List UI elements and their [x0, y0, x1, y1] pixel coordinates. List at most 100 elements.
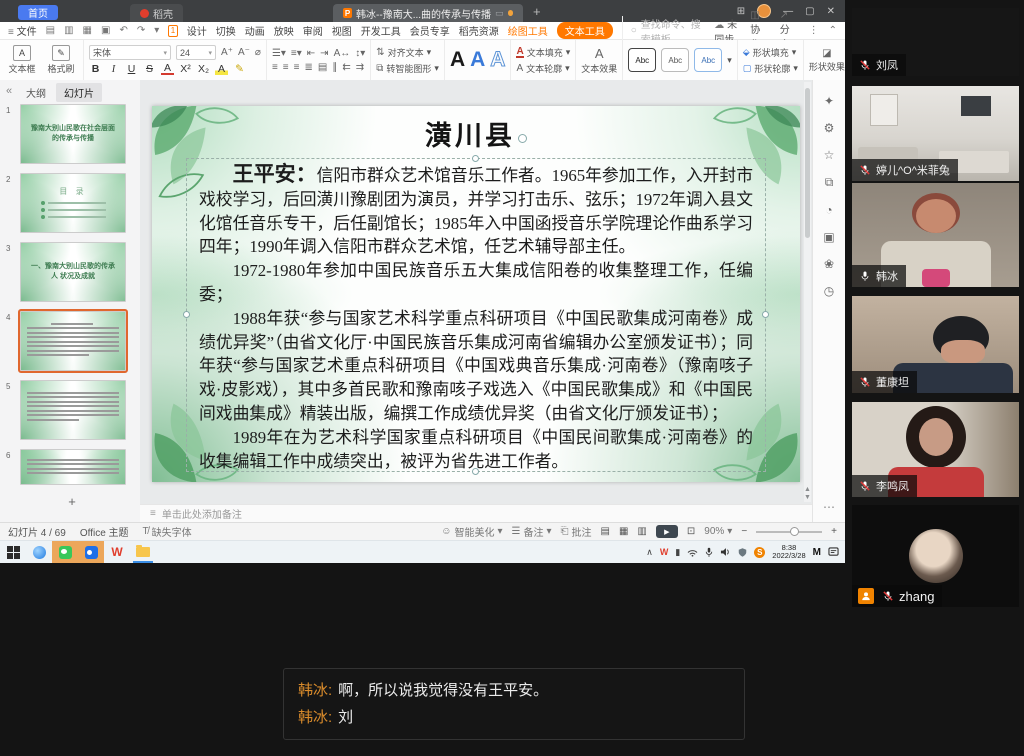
indent-left-icon[interactable]: ⇇ [342, 62, 350, 73]
settings-panel-icon[interactable]: ⚙ [824, 121, 835, 135]
preview-icon[interactable]: ▣ [101, 25, 110, 36]
menu-text-tools[interactable]: 文本工具 [557, 22, 613, 39]
participant-tile-limingfeng[interactable]: 李鸣凤 [852, 402, 1019, 497]
fit-slide-icon[interactable]: ⊡ [687, 526, 695, 537]
slide-textbox-selection[interactable]: 王平安：信阳市群众艺术馆音乐工作者。1965年参加工作，入开封市戏校学习，后回潢… [186, 158, 766, 472]
zoom-slider-knob[interactable] [790, 527, 799, 536]
highlight-button[interactable]: A [215, 63, 228, 75]
shape-effects-button[interactable]: ◪形状效果 [809, 48, 845, 73]
columns-icon[interactable]: ∥ [332, 62, 337, 73]
selection-handle[interactable] [518, 134, 527, 143]
subscript-button[interactable]: X₂ [197, 63, 210, 75]
redo-icon[interactable]: ↷ [137, 25, 145, 36]
participant-tile-liufeng[interactable]: 刘凤 [852, 8, 1019, 76]
format-painter-button[interactable]: ✎格式刷 [44, 45, 78, 75]
text-style-preset-1[interactable]: Abc [628, 48, 656, 72]
tab-document[interactable]: P韩冰--豫南大...曲的传承与传播▭ [333, 4, 523, 22]
bullet-list-icon[interactable]: ☰▾ [272, 48, 286, 59]
menu-slideshow[interactable]: 放映 [274, 23, 294, 38]
start-button[interactable] [0, 541, 26, 563]
slide-thumbnail-6[interactable]: 6 [20, 449, 124, 485]
participant-tile-tinger[interactable]: 婷儿^O^米菲兔 [852, 86, 1019, 181]
file-menu[interactable]: ≡ 文件 [8, 23, 37, 38]
taskbar-clock[interactable]: 8:382022/3/28 [772, 544, 805, 560]
taskbar-browser[interactable] [26, 541, 52, 563]
missing-font-warning[interactable]: T̸缺失字体 [143, 524, 192, 539]
tray-mic-icon[interactable] [705, 547, 713, 558]
menu-view[interactable]: 视图 [332, 23, 352, 38]
decrease-indent-icon[interactable]: ⇤ [307, 48, 315, 59]
char-spacing-icon[interactable]: A↔ [334, 48, 351, 59]
prev-next-slide-buttons[interactable]: ▲▼ [803, 486, 812, 502]
tray-security-shield-icon[interactable] [738, 547, 747, 558]
notification-center-icon[interactable] [828, 547, 839, 557]
participant-tile-hanbing-speaking[interactable]: 韩冰 [852, 183, 1019, 287]
slide-thumbnail-5[interactable]: 5 [20, 380, 124, 440]
align-right-icon[interactable]: ≡ [294, 62, 300, 73]
material-flower-icon[interactable]: ❀ [824, 257, 834, 271]
zoom-out-button[interactable]: − [741, 526, 747, 537]
menu-draw-tools[interactable]: 绘图工具 [508, 23, 548, 38]
taskbar-file-explorer-active[interactable] [130, 541, 156, 563]
new-tab-button[interactable]: + [533, 4, 541, 19]
tray-360-icon[interactable]: S [754, 547, 765, 558]
zoom-in-button[interactable]: + [831, 526, 837, 537]
share-panel-icon[interactable]: ✦ [824, 94, 834, 108]
text-style-preset-3[interactable]: Abc [694, 48, 722, 72]
slide-thumbnail-4-selected[interactable]: 4 [20, 311, 124, 371]
more-menu-icon[interactable]: ⋮ [809, 25, 819, 36]
add-slide-button[interactable]: + [20, 494, 124, 509]
numbered-list-icon[interactable]: ≡▾ [291, 48, 302, 59]
collapse-ribbon-icon[interactable]: ⌃ [829, 25, 837, 36]
slide-thumbnail-2[interactable]: 2 目 录 [20, 173, 124, 233]
style-gallery-more-icon[interactable]: ▾ [727, 55, 732, 66]
wordart-style-1[interactable]: A [450, 49, 465, 71]
wordart-style-3[interactable]: A [490, 49, 505, 71]
comments-button[interactable]: ⎗批注 [561, 524, 592, 539]
shape-fill-button[interactable]: ⬙形状填充▾ [743, 46, 798, 59]
participant-tile-dongkangtan[interactable]: 董康坦 [852, 296, 1019, 393]
slide-thumbnail-3[interactable]: 3 一、豫南大别山民歌的传承人 状况及成就 [20, 242, 124, 302]
save-icon[interactable]: ▤ [46, 25, 55, 36]
menu-design[interactable]: 设计 [187, 23, 207, 38]
align-left-icon[interactable]: ≡ [272, 62, 278, 73]
export-icon[interactable]: ▥ [64, 25, 73, 36]
font-name-select[interactable]: 宋体▾ [89, 45, 171, 60]
tab-docer[interactable]: 稻壳 [130, 4, 183, 22]
strikethrough-button[interactable]: S [143, 63, 156, 75]
participant-tile-zhang[interactable]: zhang [852, 505, 1019, 607]
theme-name[interactable]: Office 主题 [80, 524, 129, 539]
menu-animations[interactable]: 动画 [245, 23, 265, 38]
print-icon[interactable]: ▦ [83, 25, 92, 36]
selection-handle[interactable] [762, 311, 769, 318]
slide-canvas[interactable]: 潢川县 王平安：信阳市群众艺术馆音乐工作者。1965年参加工作，入开封市戏校学习… [152, 106, 800, 482]
textbox-button[interactable]: A文本框 [5, 45, 39, 75]
tray-volume-icon[interactable] [720, 547, 731, 557]
increase-indent-icon[interactable]: ⇥ [320, 48, 328, 59]
text-fill-button[interactable]: A文本填充▾ [516, 46, 570, 59]
align-text-button[interactable]: ⇅对齐文本▾ [376, 46, 439, 59]
slideshow-play-button[interactable]: ▶ [656, 525, 678, 538]
menu-docer-resources[interactable]: 稻壳资源 [459, 23, 499, 38]
taskbar-meeting[interactable] [78, 541, 104, 563]
smart-beautify-button[interactable]: ☺智能美化 ▾ [441, 524, 502, 539]
image-library-icon[interactable]: ▣ [823, 230, 834, 244]
taskbar-wechat[interactable] [52, 541, 78, 563]
tab-slides[interactable]: 幻灯片 [56, 83, 102, 102]
sorter-view-icon[interactable]: ▦ [619, 526, 628, 537]
text-outline-button[interactable]: A文本轮廓▾ [516, 62, 570, 75]
more-panels-icon[interactable]: ⋯ [823, 500, 835, 514]
text-effects-button[interactable]: A文本效果 [581, 46, 617, 75]
slide-thumbnail-1[interactable]: 1 豫南大别山民歌在社会层面 的传承与传播 [20, 104, 124, 164]
zoom-slider[interactable] [756, 531, 822, 533]
history-clock-icon[interactable]: ◔ [825, 203, 832, 217]
menu-devtools[interactable]: 开发工具 [361, 23, 401, 38]
superscript-button[interactable]: X² [179, 63, 192, 75]
normal-view-icon[interactable]: ▤ [601, 526, 610, 537]
layers-panel-icon[interactable]: ⧉ [825, 175, 834, 190]
tray-camera-icon[interactable]: ▮ [675, 547, 680, 558]
slide-body-text[interactable]: 王平安：信阳市群众艺术馆音乐工作者。1965年参加工作，入开封市戏校学习，后回潢… [199, 163, 753, 467]
selection-handle[interactable] [472, 155, 479, 162]
menu-membership[interactable]: 会员专享 [410, 23, 450, 38]
clear-format-icon[interactable]: ⌀ [255, 47, 261, 58]
